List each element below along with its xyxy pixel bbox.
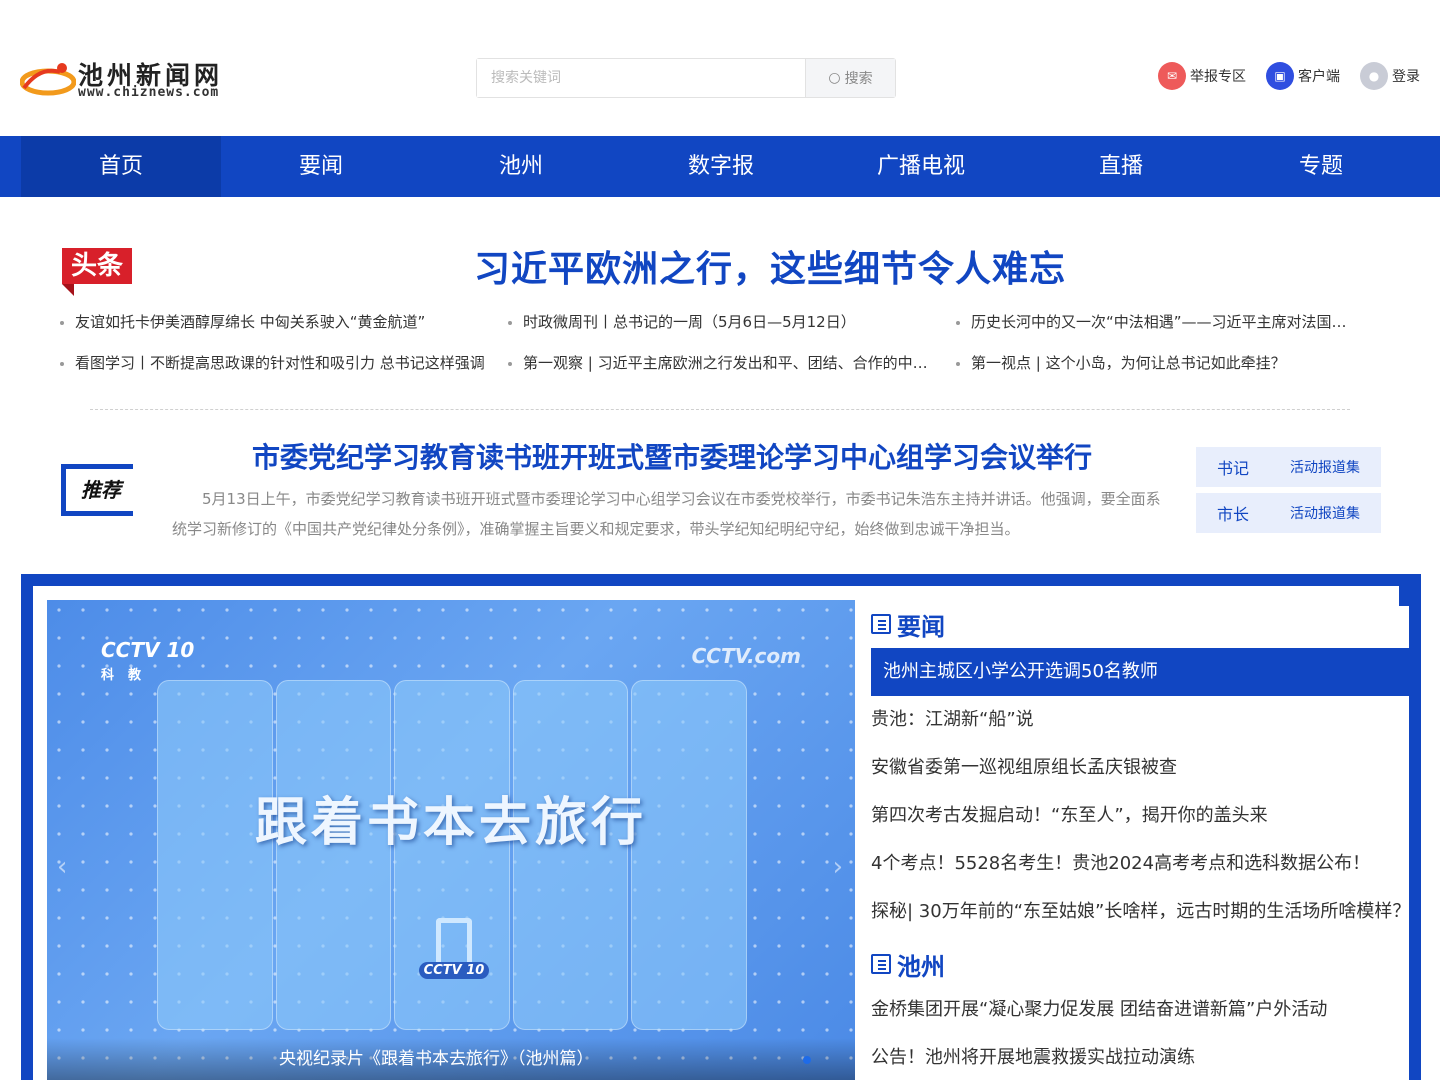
list-item[interactable]: 池州主城区小学公开选调50名教师: [871, 648, 1419, 696]
leader-mayor[interactable]: 市长 活动报道集: [1196, 493, 1381, 533]
cctv10-logo: CCTV 10 科教: [101, 638, 195, 683]
list-item[interactable]: 金桥集团开展“凝心聚力促发展 团结奋进谱新篇”户外活动: [871, 986, 1419, 1034]
app-label: 客户端: [1298, 69, 1340, 85]
slider-prev-icon[interactable]: ‹: [57, 852, 67, 882]
news-list: 池州主城区小学公开选调50名教师 贵池：江湖新“船”说 安徽省委第一巡视组原组长…: [871, 648, 1419, 936]
headline-link[interactable]: 第一视点 | 这个小岛，为何让总书记如此牵挂？: [956, 353, 1380, 374]
app-link[interactable]: ▣ 客户端: [1266, 62, 1340, 90]
site-logo[interactable]: 池州新闻网 www.chiznews.com: [20, 54, 240, 104]
search-icon: ○: [828, 70, 841, 86]
image-slider[interactable]: CCTV 10 科教 CCTV.com 跟着书本去旅行 CCTV 10 ‹ › …: [47, 600, 855, 1080]
report-label: 举报专区: [1190, 69, 1246, 85]
site-header: 池州新闻网 www.chiznews.com ○ 搜索 ✉ 举报专区 ▣ 客户端…: [0, 0, 1440, 136]
chizhou-list: 金桥集团开展“凝心聚力促发展 团结奋进谱新篇”户外活动 公告！池州将开展地震救援…: [871, 986, 1419, 1082]
list-item[interactable]: 探秘| 30万年前的“东至姑娘”长啥样，远古时期的生活场所啥模样？: [871, 888, 1419, 936]
leader-secretary[interactable]: 书记 活动报道集: [1196, 447, 1381, 487]
search-bar: ○ 搜索: [476, 58, 896, 98]
nav-item-broadcast[interactable]: 广播电视: [821, 136, 1021, 197]
list-item[interactable]: 安徽省委第一巡视组原组长孟庆银被查: [871, 744, 1419, 792]
news-column: 要闻 池州主城区小学公开选调50名教师 贵池：江湖新“船”说 安徽省委第一巡视组…: [871, 586, 1419, 1082]
report-link[interactable]: ✉ 举报专区: [1158, 62, 1246, 90]
headline-tag: 头条: [62, 248, 132, 298]
section-title-chizhou[interactable]: 池州: [871, 942, 1419, 986]
news-panel: CCTV 10 科教 CCTV.com 跟着书本去旅行 CCTV 10 ‹ › …: [21, 574, 1421, 1080]
list-item[interactable]: 公告！池州将开展地震救援实战拉动演练: [871, 1034, 1419, 1082]
document-icon: [871, 614, 891, 634]
section-title-news[interactable]: 要闻: [871, 602, 1419, 646]
leader-report: 活动报道集: [1290, 460, 1360, 476]
nav-item-live[interactable]: 直播: [1021, 136, 1221, 197]
headline-link[interactable]: 历史长河中的又一次“中法相遇”——习近平主席对法国进行国事访问: [956, 312, 1380, 333]
cctv-com-logo: CCTV.com: [691, 644, 801, 668]
recommend-tag: 推荐: [61, 464, 133, 516]
headline-link[interactable]: 时政微周刊丨总书记的一周（5月6日—5月12日）: [508, 312, 956, 333]
leader-role: 书记: [1216, 459, 1249, 478]
recommend-title[interactable]: 市委党纪学习教育读书班开班式暨市委理论学习中心组学习会议举行: [172, 436, 1172, 476]
cctv10-center-logo: CCTV 10: [419, 918, 489, 979]
login-label: 登录: [1392, 69, 1420, 85]
app-icon: ▣: [1266, 62, 1294, 90]
slider-next-icon[interactable]: ›: [833, 852, 843, 882]
user-icon: ●: [1360, 62, 1388, 90]
leader-report: 活动报道集: [1290, 506, 1360, 522]
nav-item-news[interactable]: 要闻: [221, 136, 421, 197]
site-url: www.chiznews.com: [78, 85, 220, 100]
login-link[interactable]: ● 登录: [1360, 62, 1420, 90]
slider-dot[interactable]: [803, 1056, 811, 1064]
headline-tag-label: 头条: [62, 248, 132, 284]
list-item[interactable]: 第四次考古发掘启动！“东至人”，揭开你的盖头来: [871, 792, 1419, 840]
document-icon: [871, 954, 891, 974]
search-button[interactable]: ○ 搜索: [805, 59, 895, 97]
nav-item-topics[interactable]: 专题: [1221, 136, 1421, 197]
divider: [90, 409, 1350, 410]
leader-role: 市长: [1216, 505, 1249, 524]
headline-link[interactable]: 第一观察 | 习近平主席欧洲之行发出和平、团结、合作的中国声音: [508, 353, 956, 374]
logo-swoosh-icon: [20, 63, 76, 96]
leader-links: 书记 活动报道集 市长 活动报道集: [1196, 447, 1381, 539]
recommend-desc: 5月13日上午，市委党纪学习教育读书班开班式暨市委理论学习中心组学习会议在市委党…: [172, 490, 1161, 538]
slide-title: 跟着书本去旅行: [254, 793, 647, 853]
search-input[interactable]: [477, 59, 805, 97]
recommend-tag-label: 推荐: [69, 472, 133, 508]
headline-link[interactable]: 友谊如托卡伊美酒醇厚绵长 中匈关系驶入“黄金航道”: [60, 312, 508, 333]
list-item[interactable]: 4个考点！5528名考生！贵池2024高考考点和选科数据公布！: [871, 840, 1419, 888]
search-button-label: 搜索: [844, 71, 873, 87]
header-tools: ✉ 举报专区 ▣ 客户端 ● 登录: [1158, 62, 1420, 90]
headline-link[interactable]: 看图学习丨不断提高思政课的针对性和吸引力 总书记这样强调: [60, 353, 508, 374]
nav-item-home[interactable]: 首页: [21, 136, 221, 197]
list-item[interactable]: 贵池：江湖新“船”说: [871, 696, 1419, 744]
nav-item-chizhou[interactable]: 池州: [421, 136, 621, 197]
main-nav: 首页 要闻 池州 数字报 广播电视 直播 专题: [0, 136, 1440, 197]
slide-caption[interactable]: 央视纪录片《跟着书本去旅行》（池州篇）: [47, 1038, 855, 1080]
headline-links: 友谊如托卡伊美酒醇厚绵长 中匈关系驶入“黄金航道” 时政微周刊丨总书记的一周（5…: [60, 312, 1380, 374]
nav-item-epaper[interactable]: 数字报: [621, 136, 821, 197]
report-icon: ✉: [1158, 62, 1186, 90]
headline-title[interactable]: 习近平欧洲之行，这些细节令人难忘: [140, 240, 1400, 292]
